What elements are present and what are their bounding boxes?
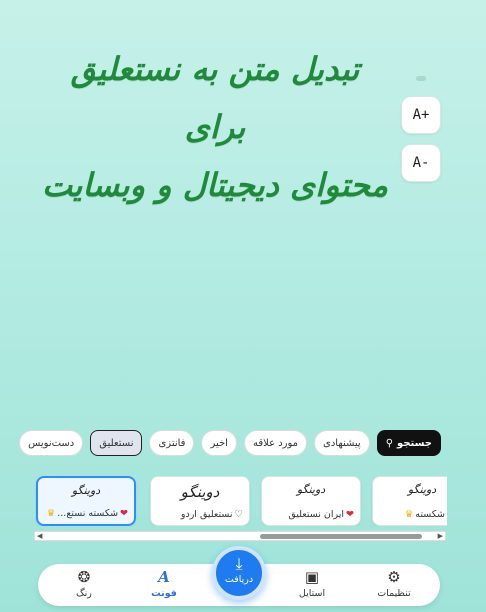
decrease-size-button[interactable]: A-	[401, 144, 441, 182]
chip-handwriting[interactable]: دست‌نویس	[19, 430, 84, 456]
style-frame-icon: ▣	[304, 568, 320, 586]
font-card-list: دوینگو ❤ شکسته نستع... ♛ دوینگو ♡ نستعلی…	[34, 476, 447, 526]
chip-nastaliq[interactable]: نستعلیق	[90, 430, 143, 456]
color-circles-icon: ❂	[77, 568, 91, 586]
heart-outline-icon[interactable]: ♡	[234, 509, 243, 520]
font-card-name: ...ما شکسته	[415, 509, 447, 520]
filter-chips: ⚲ جستجو پیشنهادی مورد علاقه اخیر فانتزی …	[19, 430, 441, 456]
increase-size-button[interactable]: A+	[401, 96, 441, 134]
heart-icon[interactable]: ❤	[120, 508, 128, 519]
scroll-left-arrow-icon[interactable]: ◀	[37, 532, 42, 541]
font-card[interactable]: دوینگو ...ما شکسته ♛	[372, 476, 447, 526]
chip-suggested[interactable]: پیشنهادی	[314, 430, 370, 456]
font-card-name: ایران نستعلیق	[288, 509, 345, 520]
nav-style[interactable]: ▣ استایل	[282, 568, 342, 599]
preview-line-2: محتوای دیجیتال و وبسایت	[42, 166, 388, 204]
font-card[interactable]: دوینگو ❤ شکسته نستع... ♛	[36, 476, 136, 526]
font-preview-glyph: دوینگو	[180, 483, 220, 501]
chip-fantasy[interactable]: فانتزی	[149, 430, 195, 456]
scrollbar-thumb[interactable]	[260, 534, 422, 539]
drag-handle	[416, 76, 426, 81]
font-preview-glyph: دوینگو	[71, 484, 101, 497]
nav-color[interactable]: ❂ رنگ	[54, 568, 114, 599]
preview-line-1: تبدیل متن به نستعلیق برای	[70, 50, 360, 146]
font-a-icon: A	[158, 568, 170, 586]
heart-icon[interactable]: ❤	[346, 509, 354, 520]
search-icon: ⚲	[385, 437, 394, 449]
horizontal-scrollbar[interactable]: ◀ ▶	[34, 531, 446, 541]
font-card[interactable]: دوینگو ❤ ایران نستعلیق	[261, 476, 361, 526]
chip-favorites[interactable]: مورد علاقه	[243, 430, 308, 456]
chip-search[interactable]: ⚲ جستجو	[376, 430, 441, 456]
chip-recent[interactable]: اخیر	[201, 430, 237, 456]
font-preview-glyph: دوینگو	[296, 483, 326, 496]
font-preview-glyph: دوینگو	[407, 483, 437, 496]
crown-icon: ♛	[46, 508, 56, 519]
download-icon: ⤓	[235, 554, 243, 573]
download-button[interactable]: ⤓ دریافت	[212, 546, 266, 600]
nav-font[interactable]: A فونت	[134, 568, 194, 599]
preview-text: تبدیل متن به نستعلیق برای محتوای دیجیتال…	[40, 40, 390, 214]
font-card-name: نستعلیق اردو	[180, 509, 233, 520]
font-card[interactable]: دوینگو ♡ نستعلیق اردو	[150, 476, 250, 526]
gear-icon: ⚙	[387, 568, 401, 586]
nav-settings[interactable]: ⚙ تنظیمات	[364, 568, 424, 599]
crown-icon: ♛	[404, 509, 414, 520]
font-card-name: شکسته نستع...	[57, 508, 119, 519]
scroll-right-arrow-icon[interactable]: ▶	[438, 532, 443, 541]
